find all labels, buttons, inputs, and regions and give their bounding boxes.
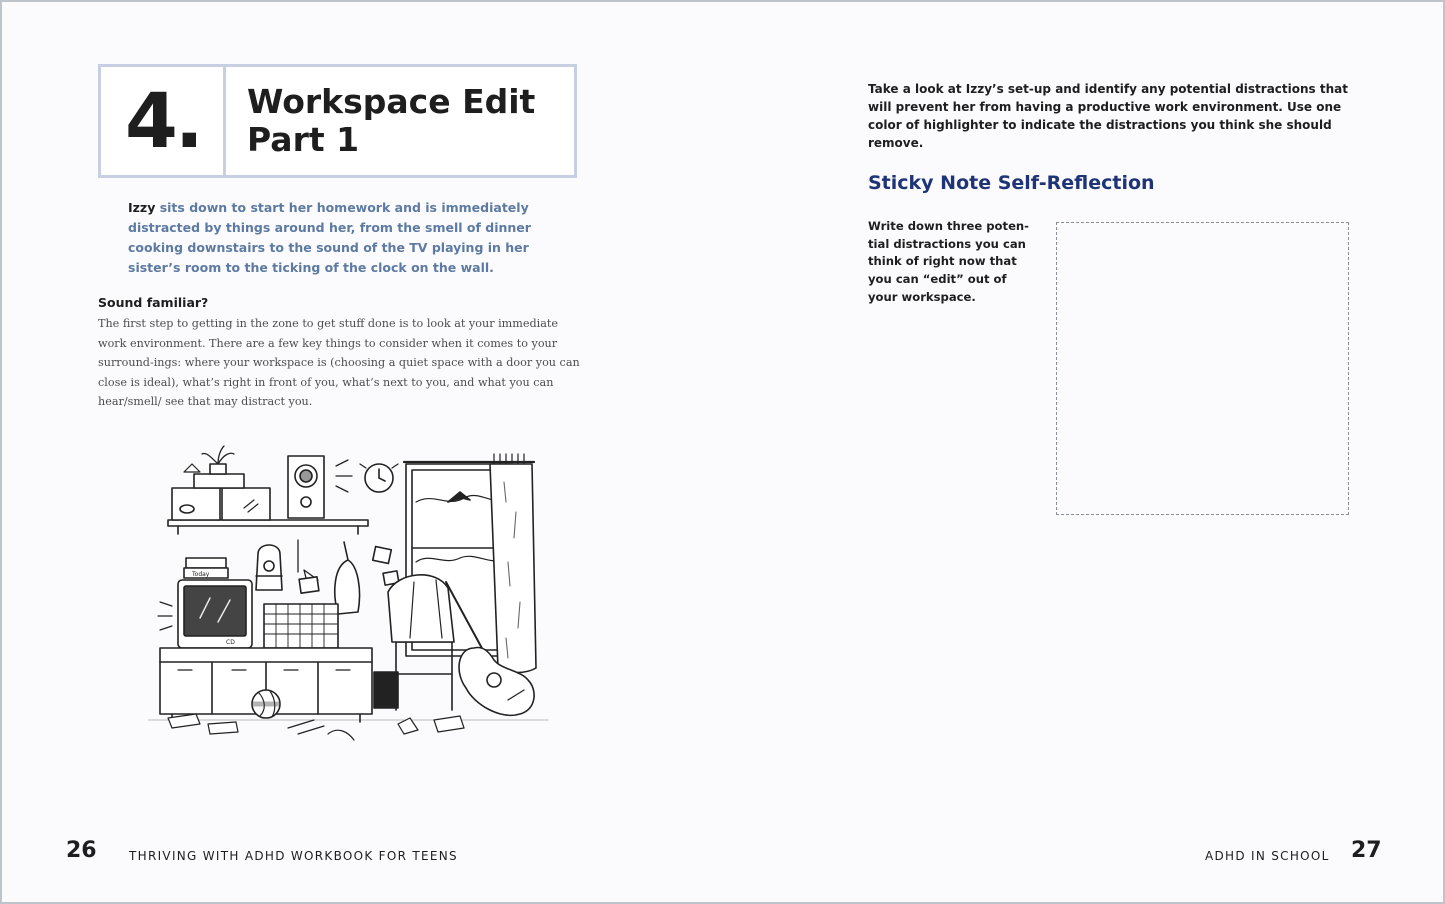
running-title-right: ADHD IN SCHOOL bbox=[1205, 849, 1330, 863]
chapter-number: 4. bbox=[125, 76, 204, 165]
intro-paragraph: Izzy sits down to start her homework and… bbox=[128, 198, 553, 278]
title-line-2: Part 1 bbox=[247, 120, 360, 159]
intro-rest: sits down to start her homework and is i… bbox=[128, 200, 531, 275]
clock-icon bbox=[359, 463, 399, 493]
instructions-paragraph: Take a look at Izzy’s set-up and identif… bbox=[868, 82, 1348, 150]
reflection-prompt: Write down three poten-tial distractions… bbox=[868, 219, 1029, 304]
tv-brand-label: CD bbox=[226, 639, 235, 646]
body-paragraph: The first step to getting in the zone to… bbox=[98, 317, 580, 408]
subheading: Sound familiar? bbox=[98, 295, 209, 310]
books-label: Today bbox=[191, 571, 210, 578]
page-number-right: 27 bbox=[1351, 838, 1382, 863]
sticky-note-box[interactable] bbox=[1056, 222, 1349, 515]
title-line-1: Workspace Edit bbox=[247, 82, 536, 121]
title-divider bbox=[223, 67, 226, 175]
page-title: Workspace Edit Part 1 bbox=[247, 83, 535, 159]
intro-lead: Izzy bbox=[128, 200, 156, 215]
room-illustration: Today CD bbox=[148, 445, 549, 741]
section-heading: Sticky Note Self-Reflection bbox=[868, 172, 1155, 194]
page-number-left: 26 bbox=[66, 838, 97, 863]
speaker-icon bbox=[287, 455, 353, 519]
chapter-title-box: 4. Workspace Edit Part 1 bbox=[98, 64, 577, 178]
tv-icon: CD bbox=[157, 579, 253, 649]
running-title-left: THRIVING WITH ADHD WORKBOOK FOR TEENS bbox=[129, 849, 458, 863]
book-spread: 4. Workspace Edit Part 1 Izzy sits down … bbox=[0, 0, 1445, 904]
